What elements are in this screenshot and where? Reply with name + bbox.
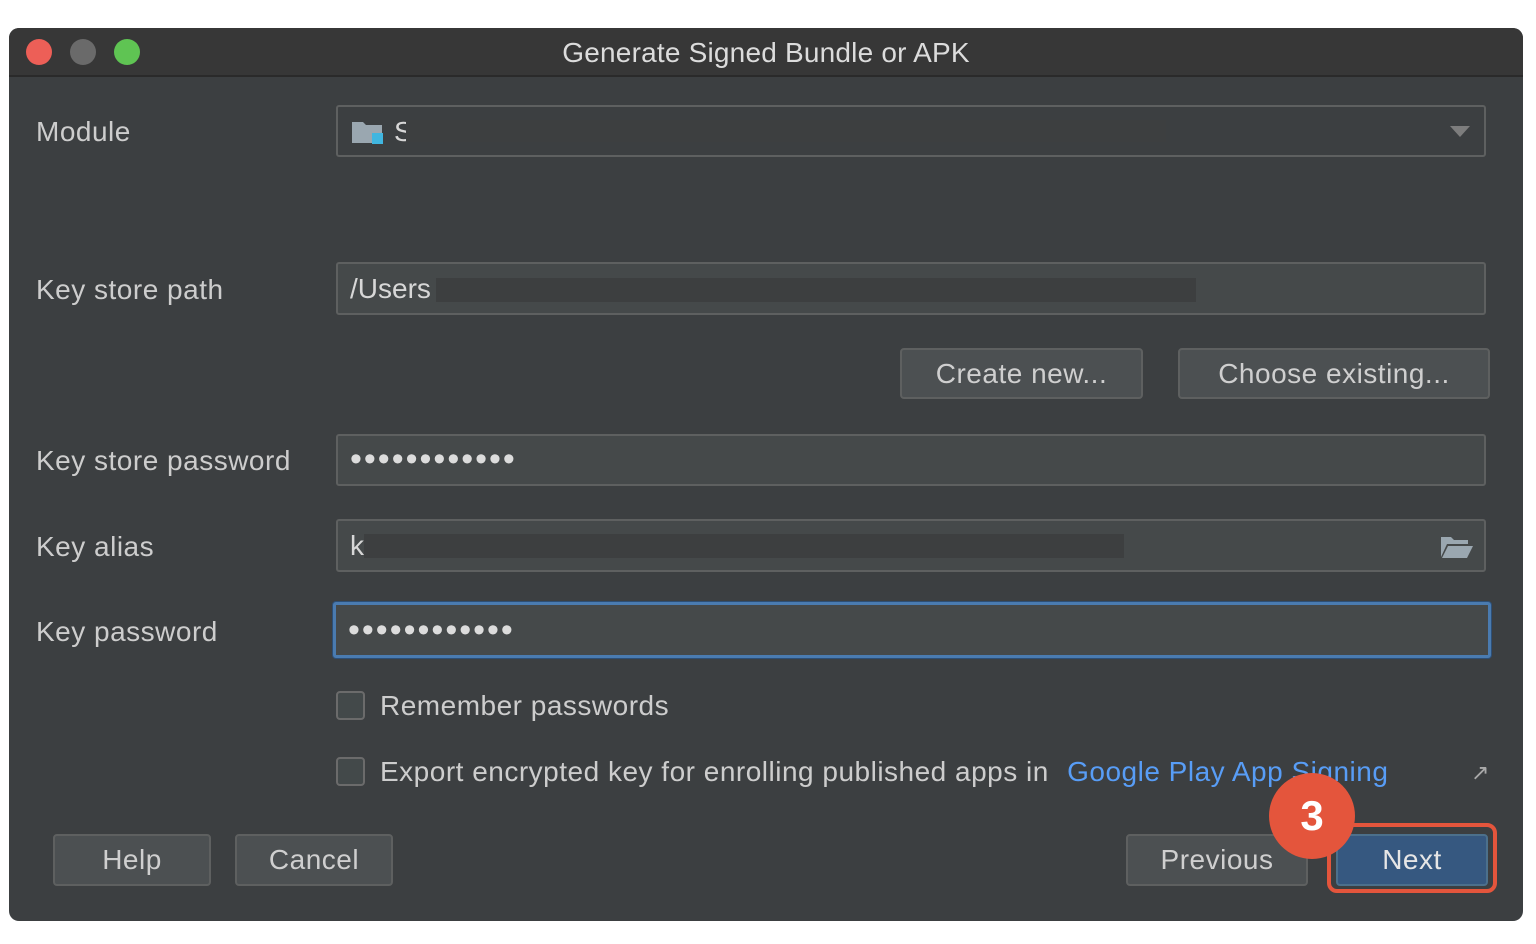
google-play-app-signing-link[interactable]: Google Play App Signing xyxy=(1067,756,1388,787)
key-password-value: •••••••••••• xyxy=(348,611,515,649)
next-button-highlight xyxy=(1327,823,1497,893)
key-alias-value: k xyxy=(350,530,364,561)
key-password-input[interactable]: •••••••••••• xyxy=(333,602,1491,658)
module-dropdown[interactable]: S xyxy=(336,105,1486,157)
help-button[interactable]: Help xyxy=(53,834,211,886)
remember-passwords-checkbox[interactable] xyxy=(336,691,365,720)
cancel-button[interactable]: Cancel xyxy=(235,834,393,886)
step-number-badge: 3 xyxy=(1269,773,1355,859)
module-folder-icon xyxy=(352,119,384,145)
redacted-module-name xyxy=(406,120,1166,142)
folder-open-icon[interactable] xyxy=(1440,533,1474,564)
remember-passwords-label: Remember passwords xyxy=(380,690,670,721)
module-label: Module xyxy=(36,116,131,147)
redacted-alias xyxy=(364,534,1124,558)
external-link-arrow-icon[interactable]: ↗ xyxy=(1471,760,1489,786)
key-store-path-input[interactable]: /Users xyxy=(336,262,1486,315)
export-key-row: Export encrypted key for enrolling publi… xyxy=(380,756,1388,788)
key-store-path-label: Key store path xyxy=(36,274,224,305)
create-new-button[interactable]: Create new... xyxy=(900,348,1143,399)
key-store-path-value: /Users xyxy=(350,273,431,304)
key-alias-input[interactable]: k xyxy=(336,519,1486,572)
key-alias-label: Key alias xyxy=(36,531,155,562)
key-password-label: Key password xyxy=(36,616,218,647)
key-store-password-input[interactable]: •••••••••••• xyxy=(336,434,1486,486)
key-store-password-value: •••••••••••• xyxy=(350,440,517,478)
choose-existing-button[interactable]: Choose existing... xyxy=(1178,348,1490,399)
export-key-checkbox[interactable] xyxy=(336,757,365,786)
export-key-label: Export encrypted key for enrolling publi… xyxy=(380,756,1049,787)
chevron-down-icon xyxy=(1450,125,1470,143)
title-bar: Generate Signed Bundle or APK xyxy=(9,28,1523,77)
redacted-path xyxy=(436,278,1196,302)
key-store-password-label: Key store password xyxy=(36,445,291,476)
window-title: Generate Signed Bundle or APK xyxy=(562,37,970,68)
